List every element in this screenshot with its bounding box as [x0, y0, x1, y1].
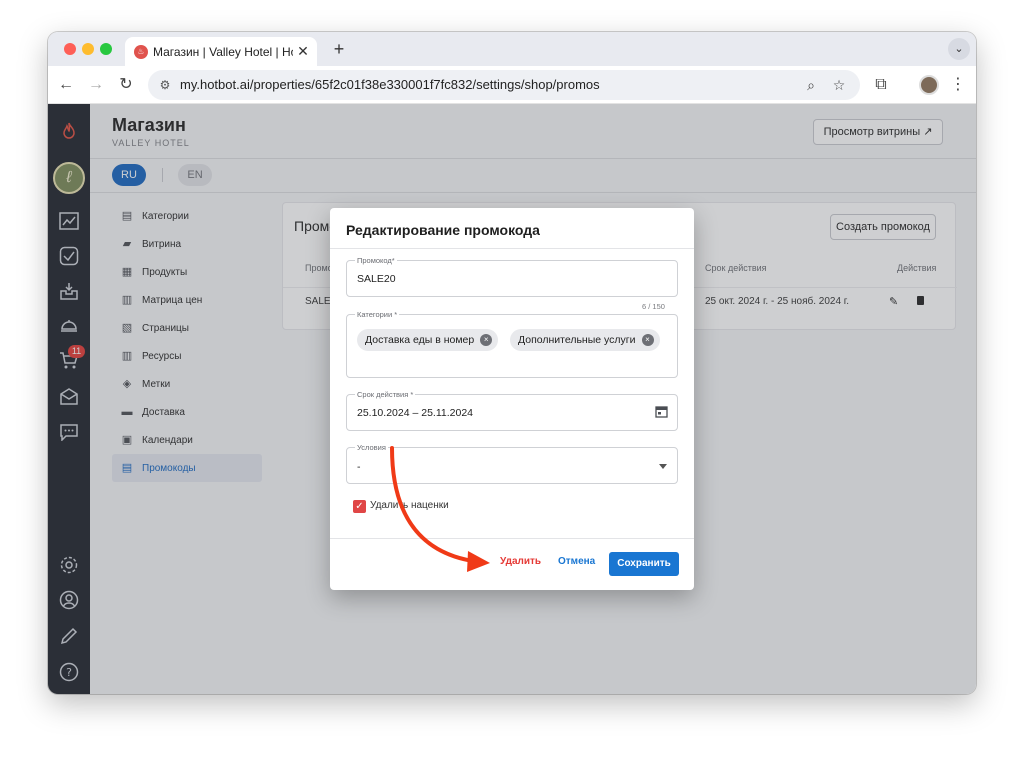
categories-select[interactable]: Категории * Доставка еды в номер × Допол… [346, 310, 678, 378]
browser-tab[interactable]: ♨ Магазин | Valley Hotel | Hotbot ✕ [125, 37, 317, 66]
validity-label: Срок действия * [355, 390, 416, 399]
promocode-value[interactable]: SALE20 [357, 273, 396, 285]
site-settings-icon[interactable]: ⚙ [156, 76, 174, 94]
profile-avatar[interactable] [919, 75, 939, 95]
category-chip-label: Дополнительные услуги [518, 334, 636, 346]
browser-toolbar: ← → ↻ ⚙ my.hotbot.ai/properties/65f2c01f… [48, 66, 976, 104]
conditions-label: Условия [355, 443, 388, 452]
conditions-value[interactable]: - [357, 461, 361, 473]
char-counter: 6 / 150 [642, 302, 665, 311]
tab-strip: ♨ Магазин | Valley Hotel | Hotbot ✕ + ⌄ [48, 32, 976, 66]
tab-title: Магазин | Valley Hotel | Hotbot [153, 45, 293, 59]
dropdown-caret-icon[interactable] [659, 464, 667, 469]
promocode-label: Промокод* [355, 256, 397, 265]
category-chip[interactable]: Дополнительные услуги × [510, 329, 660, 351]
back-icon[interactable]: ← [54, 73, 78, 97]
tab-search-button[interactable]: ⌄ [948, 38, 970, 60]
tab-close-icon[interactable]: ✕ [295, 43, 311, 59]
conditions-select[interactable]: Условия - [346, 443, 678, 484]
chip-remove-icon[interactable]: × [480, 334, 493, 346]
categories-label: Категории * [355, 310, 400, 319]
validity-date-range-field[interactable]: Срок действия * 25.10.2024 – 25.11.2024 [346, 390, 678, 431]
new-tab-button[interactable]: + [328, 38, 350, 60]
kebab-menu-icon[interactable]: ⋮ [946, 73, 970, 97]
category-chip[interactable]: Доставка еды в номер × [357, 329, 499, 351]
cancel-button[interactable]: Отмена [558, 556, 595, 567]
save-button[interactable]: Сохранить [609, 552, 679, 576]
promocode-input[interactable]: Промокод* SALE20 [346, 256, 678, 297]
hotbot-favicon-icon: ♨ [134, 45, 148, 59]
extensions-icon[interactable]: ⧉ [869, 73, 893, 97]
app-area: ℓ 11 ? Магазин VALLEY HOTEL Просмотр вит… [48, 104, 976, 694]
url-text[interactable]: my.hotbot.ai/properties/65f2c01f38e33000… [180, 77, 600, 92]
minimize-window-button[interactable] [82, 43, 94, 55]
close-window-button[interactable] [64, 43, 76, 55]
address-bar[interactable]: ⚙ my.hotbot.ai/properties/65f2c01f38e330… [148, 70, 860, 100]
reload-icon[interactable]: ↻ [114, 73, 138, 97]
zoom-icon[interactable]: ⌕ [801, 75, 821, 95]
edit-promocode-dialog: Редактирование промокода Промокод* SALE2… [330, 208, 694, 590]
calendar-picker-icon[interactable] [655, 405, 669, 419]
validity-value[interactable]: 25.10.2024 – 25.11.2024 [357, 407, 473, 419]
chip-remove-icon[interactable]: × [641, 334, 654, 346]
dialog-title: Редактирование промокода [346, 222, 540, 238]
dialog-divider [330, 248, 694, 249]
zoom-window-button[interactable] [100, 43, 112, 55]
remove-markup-checkbox[interactable]: ✓ [353, 500, 366, 513]
bookmark-star-icon[interactable]: ☆ [829, 75, 849, 95]
browser-window: ♨ Магазин | Valley Hotel | Hotbot ✕ + ⌄ … [48, 32, 976, 694]
delete-button[interactable]: Удалить [500, 556, 541, 567]
forward-icon[interactable]: → [84, 73, 108, 97]
dialog-footer-divider [330, 538, 694, 539]
category-chip-label: Доставка еды в номер [365, 334, 475, 346]
remove-markup-label[interactable]: Удалить наценки [370, 500, 449, 511]
